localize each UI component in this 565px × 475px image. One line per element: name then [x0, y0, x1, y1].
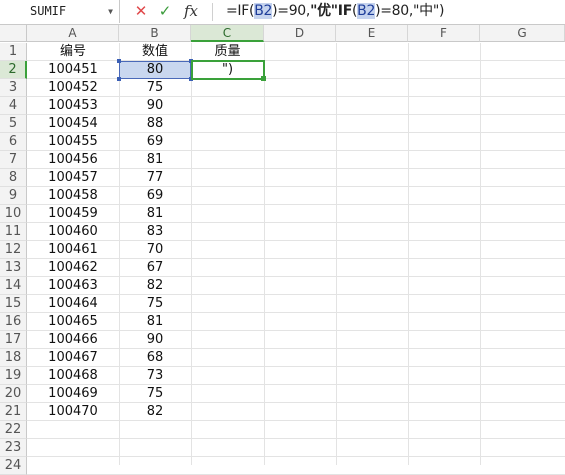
cell-b21[interactable]: 82 [119, 403, 191, 421]
cell-b17[interactable]: 90 [119, 331, 191, 349]
cell-a3[interactable]: 100452 [27, 79, 119, 97]
cell-b20[interactable]: 75 [119, 385, 191, 403]
column-header-e[interactable]: E [336, 25, 408, 42]
row-header-17[interactable]: 17 [0, 331, 27, 349]
row-header-23[interactable]: 23 [0, 439, 27, 457]
formula-input[interactable]: =IF(B2)=90,"优"IF(B2)=80,"中") [226, 0, 444, 23]
row-header-10[interactable]: 10 [0, 205, 27, 223]
cell-b2[interactable]: 80 [119, 61, 191, 79]
cell-a9[interactable]: 100458 [27, 187, 119, 205]
cell-a18[interactable]: 100467 [27, 349, 119, 367]
row-header-5[interactable]: 5 [0, 115, 27, 133]
cell-a20[interactable]: 100469 [27, 385, 119, 403]
cell-b8[interactable]: 77 [119, 169, 191, 187]
row-header-9[interactable]: 9 [0, 187, 27, 205]
cell-b14[interactable]: 82 [119, 277, 191, 295]
cell-a14[interactable]: 100463 [27, 277, 119, 295]
cell-b9[interactable]: 69 [119, 187, 191, 205]
formula-bar-divider [212, 3, 213, 21]
row-header-24[interactable]: 24 [0, 457, 27, 475]
formula-ref-b2: B2 [254, 3, 273, 19]
cell-b13[interactable]: 67 [119, 259, 191, 277]
confirm-icon[interactable]: ✓ [156, 0, 174, 23]
cancel-icon[interactable]: ✕ [132, 0, 150, 23]
cell-a11[interactable]: 100460 [27, 223, 119, 241]
chevron-down-icon[interactable]: ▼ [108, 0, 113, 23]
column-header-b[interactable]: B [119, 25, 191, 42]
name-box-value: SUMIF [30, 4, 67, 18]
cell-a17[interactable]: 100466 [27, 331, 119, 349]
cell-b18[interactable]: 68 [119, 349, 191, 367]
row-header-16[interactable]: 16 [0, 313, 27, 331]
name-box[interactable]: SUMIF ▼ [0, 0, 120, 23]
cell-a21[interactable]: 100470 [27, 403, 119, 421]
cell-b15[interactable]: 75 [119, 295, 191, 313]
cell-b1[interactable]: 数值 [119, 43, 191, 61]
row-header-22[interactable]: 22 [0, 421, 27, 439]
cell-b7[interactable]: 81 [119, 151, 191, 169]
cell-b12[interactable]: 70 [119, 241, 191, 259]
row-header-4[interactable]: 4 [0, 97, 27, 115]
column-header-f[interactable]: F [408, 25, 480, 42]
row-header-13[interactable]: 13 [0, 259, 27, 277]
cell-b11[interactable]: 83 [119, 223, 191, 241]
cell-a15[interactable]: 100464 [27, 295, 119, 313]
column-header-c[interactable]: C [191, 25, 264, 42]
cell-a5[interactable]: 100454 [27, 115, 119, 133]
column-header-a[interactable]: A [27, 25, 119, 42]
insert-function-icon[interactable]: fx [180, 0, 202, 23]
row-header-15[interactable]: 15 [0, 295, 27, 313]
row-header-1[interactable]: 1 [0, 43, 27, 61]
cell-a8[interactable]: 100457 [27, 169, 119, 187]
cell-c2-editor[interactable]: ") [191, 61, 264, 79]
column-header-d[interactable]: D [264, 25, 336, 42]
row-header-18[interactable]: 18 [0, 349, 27, 367]
row-header-6[interactable]: 6 [0, 133, 27, 151]
cell-a1[interactable]: 编号 [27, 43, 119, 61]
row-header-19[interactable]: 19 [0, 367, 27, 385]
cell-b6[interactable]: 69 [119, 133, 191, 151]
formula-bar: SUMIF ▼ ✕ ✓ fx =IF(B2)=90,"优"IF(B2)=80,"… [0, 0, 565, 25]
cell-b19[interactable]: 73 [119, 367, 191, 385]
row-header-11[interactable]: 11 [0, 223, 27, 241]
cell-b3[interactable]: 75 [119, 79, 191, 97]
cell-a2[interactable]: 100451 [27, 61, 119, 79]
cell-a13[interactable]: 100462 [27, 259, 119, 277]
formula-ref-b2: B2 [357, 3, 376, 19]
cell-b5[interactable]: 88 [119, 115, 191, 133]
cell-a7[interactable]: 100456 [27, 151, 119, 169]
row-header-3[interactable]: 3 [0, 79, 27, 97]
cell-a4[interactable]: 100453 [27, 97, 119, 115]
row-header-12[interactable]: 12 [0, 241, 27, 259]
cell-c1[interactable]: 质量 [191, 43, 264, 61]
row-header-8[interactable]: 8 [0, 169, 27, 187]
row-header-2[interactable]: 2 [0, 61, 27, 79]
cell-a16[interactable]: 100465 [27, 313, 119, 331]
column-header-g[interactable]: G [480, 25, 565, 42]
row-header-20[interactable]: 20 [0, 385, 27, 403]
cell-a10[interactable]: 100459 [27, 205, 119, 223]
cell-a12[interactable]: 100461 [27, 241, 119, 259]
cell-b16[interactable]: 81 [119, 313, 191, 331]
cell-a6[interactable]: 100455 [27, 133, 119, 151]
row-header-14[interactable]: 14 [0, 277, 27, 295]
cell-b10[interactable]: 81 [119, 205, 191, 223]
row-header-7[interactable]: 7 [0, 151, 27, 169]
cell-a19[interactable]: 100468 [27, 367, 119, 385]
cell-b4[interactable]: 90 [119, 97, 191, 115]
select-all-corner[interactable] [0, 25, 27, 42]
row-header-21[interactable]: 21 [0, 403, 27, 421]
